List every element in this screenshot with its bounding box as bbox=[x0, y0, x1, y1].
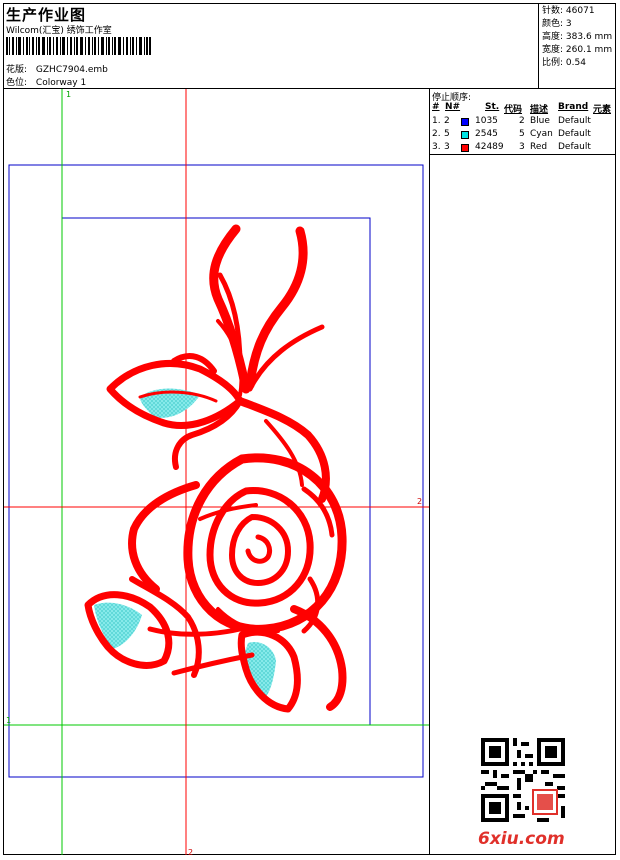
col-code: 代码 bbox=[504, 105, 523, 115]
design-row: 花版: GZHC7904.emb bbox=[6, 62, 108, 75]
col-needle: N# bbox=[445, 102, 461, 112]
guide-marker-left-1: 1 bbox=[6, 716, 11, 725]
colorway-label: 色位: bbox=[6, 78, 28, 88]
row-idx: 1. bbox=[432, 116, 441, 126]
col-brand: Brand bbox=[558, 102, 589, 112]
guide-marker-bottom-2: 2 bbox=[188, 848, 193, 855]
colorway-row: 色位: Colorway 1 bbox=[6, 75, 86, 88]
row-stitches: 42489 bbox=[475, 142, 504, 152]
color-swatch bbox=[461, 118, 469, 126]
design-value: GZHC7904.emb bbox=[35, 65, 108, 75]
row-brand: Default bbox=[558, 129, 591, 139]
row-desc: Blue bbox=[530, 116, 550, 126]
row-idx: 3. bbox=[432, 142, 441, 152]
color-swatch bbox=[461, 144, 469, 152]
watermark-logo: 6xiu.com bbox=[478, 829, 565, 849]
stat-width: 宽度: 260.1 mm bbox=[542, 45, 613, 55]
stat-height: 高度: 383.6 mm bbox=[542, 32, 613, 42]
col-hash: # bbox=[432, 102, 440, 112]
row-idx: 2. bbox=[432, 129, 441, 139]
row-n: 3 bbox=[444, 142, 450, 152]
qr-code bbox=[481, 738, 565, 822]
stat-scale: 比例: 0.54 bbox=[542, 58, 586, 68]
barcode bbox=[6, 37, 151, 55]
row-stitches: 1035 bbox=[475, 116, 498, 126]
row-code: 2 bbox=[519, 116, 525, 126]
row-code: 5 bbox=[519, 129, 525, 139]
design-label: 花版: bbox=[6, 65, 28, 75]
color-swatch bbox=[461, 131, 469, 139]
sidebar-divider bbox=[429, 88, 430, 855]
col-desc: 描述 bbox=[530, 105, 549, 115]
table-bottom-divider bbox=[429, 154, 616, 155]
row-brand: Default bbox=[558, 116, 591, 126]
col-element: 元素 bbox=[593, 105, 612, 115]
row-desc: Cyan bbox=[530, 129, 553, 139]
row-n: 2 bbox=[444, 116, 450, 126]
colorway-value: Colorway 1 bbox=[35, 78, 87, 88]
row-desc: Red bbox=[530, 142, 548, 152]
guide-marker-right-2: 2 bbox=[417, 497, 422, 506]
stats-divider bbox=[538, 3, 539, 88]
row-stitches: 2545 bbox=[475, 129, 498, 139]
col-stitches: St. bbox=[485, 102, 500, 112]
row-code: 3 bbox=[519, 142, 525, 152]
row-n: 5 bbox=[444, 129, 450, 139]
stat-stitches: 针数: 46071 bbox=[542, 6, 595, 16]
guide-marker-top-1: 1 bbox=[66, 90, 71, 99]
design-canvas: 1 1 2 2 bbox=[4, 89, 429, 855]
stats-panel: 针数: 46071 颜色: 3 高度: 383.6 mm 宽度: 260.1 m… bbox=[542, 5, 612, 70]
row-brand: Default bbox=[558, 142, 591, 152]
stat-colors: 颜色: 3 bbox=[542, 19, 572, 29]
document-title: 生产作业图 bbox=[6, 6, 87, 24]
document-subtitle: Wilcom(汇宝) 绣饰工作室 bbox=[6, 26, 112, 36]
